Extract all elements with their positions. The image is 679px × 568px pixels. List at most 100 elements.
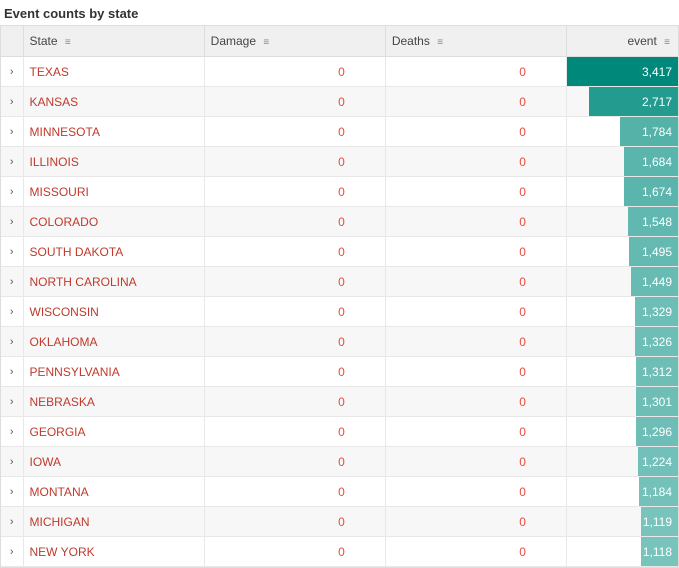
table-row: › NEW YORK 0 0 1,118 [1,537,678,567]
state-cell: NEBRASKA [23,387,204,417]
damage-cell: 0 [204,417,385,447]
expand-cell[interactable]: › [1,327,23,357]
damage-cell: 0 [204,207,385,237]
table-row: › IOWA 0 0 1,224 [1,447,678,477]
event-cell: 1,312 [566,357,678,387]
event-header[interactable]: event ≡ [566,26,678,57]
expand-cell[interactable]: › [1,117,23,147]
deaths-cell: 0 [385,57,566,87]
state-cell: WISCONSIN [23,297,204,327]
expand-cell[interactable]: › [1,357,23,387]
table-row: › MICHIGAN 0 0 1,119 [1,507,678,537]
damage-cell: 0 [204,297,385,327]
deaths-cell: 0 [385,447,566,477]
data-table: State ≡ Damage ≡ Deaths ≡ event ≡ [1,26,678,567]
expand-cell[interactable]: › [1,447,23,477]
expand-cell[interactable]: › [1,237,23,267]
table-row: › TEXAS 0 0 3,417 [1,57,678,87]
state-header[interactable]: State ≡ [23,26,204,57]
widget: Event counts by state State ≡ Damage ≡ D… [0,0,679,568]
damage-cell: 0 [204,327,385,357]
expand-cell[interactable]: › [1,507,23,537]
table-row: › NORTH CAROLINA 0 0 1,449 [1,267,678,297]
expand-cell[interactable]: › [1,57,23,87]
state-cell: PENNSYLVANIA [23,357,204,387]
state-cell: MISSOURI [23,177,204,207]
damage-cell: 0 [204,177,385,207]
damage-cell: 0 [204,57,385,87]
expand-cell[interactable]: › [1,387,23,417]
expand-cell[interactable]: › [1,477,23,507]
event-cell: 1,329 [566,297,678,327]
table-row: › COLORADO 0 0 1,548 [1,207,678,237]
event-cell: 3,417 [566,57,678,87]
state-cell: NEW YORK [23,537,204,567]
deaths-cell: 0 [385,117,566,147]
table-row: › GEORGIA 0 0 1,296 [1,417,678,447]
event-cell: 1,296 [566,417,678,447]
deaths-cell: 0 [385,417,566,447]
damage-cell: 0 [204,267,385,297]
table-row: › ILLINOIS 0 0 1,684 [1,147,678,177]
state-cell: MINNESOTA [23,117,204,147]
expand-cell[interactable]: › [1,537,23,567]
deaths-header[interactable]: Deaths ≡ [385,26,566,57]
deaths-cell: 0 [385,357,566,387]
damage-cell: 0 [204,357,385,387]
damage-cell: 0 [204,117,385,147]
state-cell: IOWA [23,447,204,477]
event-cell: 2,717 [566,87,678,117]
table-row: › SOUTH DAKOTA 0 0 1,495 [1,237,678,267]
deaths-cell: 0 [385,537,566,567]
state-cell: ILLINOIS [23,147,204,177]
table-row: › WISCONSIN 0 0 1,329 [1,297,678,327]
expand-cell[interactable]: › [1,207,23,237]
damage-cell: 0 [204,387,385,417]
table-row: › NEBRASKA 0 0 1,301 [1,387,678,417]
state-sort-icon[interactable]: ≡ [65,37,71,48]
event-cell: 1,449 [566,267,678,297]
event-cell: 1,495 [566,237,678,267]
damage-cell: 0 [204,537,385,567]
expand-cell[interactable]: › [1,417,23,447]
damage-sort-icon[interactable]: ≡ [263,37,269,48]
state-cell: NORTH CAROLINA [23,267,204,297]
damage-header[interactable]: Damage ≡ [204,26,385,57]
expand-cell[interactable]: › [1,177,23,207]
widget-title: Event counts by state [0,0,679,25]
event-cell: 1,684 [566,147,678,177]
deaths-cell: 0 [385,327,566,357]
deaths-cell: 0 [385,237,566,267]
deaths-sort-icon[interactable]: ≡ [437,37,443,48]
event-cell: 1,301 [566,387,678,417]
state-cell: COLORADO [23,207,204,237]
deaths-cell: 0 [385,297,566,327]
event-sort-icon[interactable]: ≡ [664,37,670,48]
damage-cell: 0 [204,147,385,177]
expand-cell[interactable]: › [1,267,23,297]
event-cell: 1,184 [566,477,678,507]
expand-cell[interactable]: › [1,297,23,327]
event-cell: 1,548 [566,207,678,237]
state-cell: OKLAHOMA [23,327,204,357]
damage-cell: 0 [204,447,385,477]
deaths-cell: 0 [385,477,566,507]
deaths-cell: 0 [385,267,566,297]
deaths-cell: 0 [385,387,566,417]
table-row: › OKLAHOMA 0 0 1,326 [1,327,678,357]
deaths-cell: 0 [385,207,566,237]
table-row: › KANSAS 0 0 2,717 [1,87,678,117]
table-container: State ≡ Damage ≡ Deaths ≡ event ≡ [0,25,679,568]
state-cell: SOUTH DAKOTA [23,237,204,267]
table-row: › MISSOURI 0 0 1,674 [1,177,678,207]
table-row: › PENNSYLVANIA 0 0 1,312 [1,357,678,387]
expand-cell[interactable]: › [1,147,23,177]
deaths-cell: 0 [385,147,566,177]
event-cell: 1,784 [566,117,678,147]
table-header-row: State ≡ Damage ≡ Deaths ≡ event ≡ [1,26,678,57]
table-row: › MINNESOTA 0 0 1,784 [1,117,678,147]
event-cell: 1,326 [566,327,678,357]
event-cell: 1,119 [566,507,678,537]
expand-cell[interactable]: › [1,87,23,117]
state-cell: MICHIGAN [23,507,204,537]
